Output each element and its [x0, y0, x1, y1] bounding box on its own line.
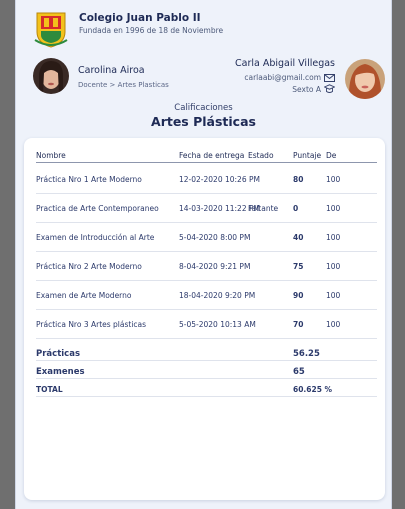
app-frame: Colegio Juan Pablo II Fundada en 1996 de…: [15, 0, 392, 509]
row-name[interactable]: Práctica Nro 1 Arte Moderno: [36, 175, 142, 184]
section-subtitle: Calificaciones: [174, 103, 233, 113]
row-date: 5-05-2020 10:13 AM: [179, 320, 256, 329]
teacher-avatar[interactable]: [33, 58, 69, 94]
student-email[interactable]: carlaabi@gmail.com: [244, 73, 321, 82]
summary-value: 60.625 %: [293, 385, 333, 394]
student-grade: Sexto A: [292, 84, 321, 94]
row-score: 0: [293, 204, 299, 213]
section-title: Artes Plásticas: [151, 114, 256, 129]
teacher-name: Carolina Airoa: [78, 65, 145, 76]
student-avatar[interactable]: [345, 59, 385, 99]
header-of: De: [326, 151, 337, 160]
student-info: Carla Abigail Villegas carlaabi@gmail.co…: [235, 58, 335, 94]
row-of: 100: [326, 233, 341, 242]
table-header: Nombre Fecha de entrega Estado Puntaje D…: [36, 151, 377, 163]
summary-label: TOTAL: [36, 385, 63, 394]
table-row[interactable]: Práctica Nro 1 Arte Moderno 12-02-2020 1…: [36, 165, 377, 194]
graduation-cap-icon: [324, 84, 335, 93]
row-score: 70: [293, 320, 304, 329]
row-score: 80: [293, 175, 304, 184]
row-score: 90: [293, 291, 304, 300]
row-state: Faltante: [248, 204, 279, 213]
header-date: Fecha de entrega: [179, 151, 245, 160]
school-name: Colegio Juan Pablo II: [79, 12, 201, 24]
row-of: 100: [326, 204, 341, 213]
row-of: 100: [326, 320, 341, 329]
row-date: 12-02-2020 10:26 PM: [179, 175, 260, 184]
table-row[interactable]: Examen de Introducción al Arte 5-04-2020…: [36, 223, 377, 252]
row-score: 40: [293, 233, 304, 242]
row-name[interactable]: Practica de Arte Contemporaneo: [36, 204, 159, 213]
summary-row: Prácticas 56.25: [36, 346, 377, 361]
row-name[interactable]: Práctica Nro 2 Arte Moderno: [36, 262, 142, 271]
teacher-role: Docente > Artes Plasticas: [78, 81, 169, 89]
student-name: Carla Abigail Villegas: [234, 58, 335, 69]
row-of: 100: [326, 291, 341, 300]
header-state: Estado: [248, 151, 274, 160]
table-row[interactable]: Examen de Arte Moderno 18-04-2020 9:20 P…: [36, 281, 377, 310]
table-row[interactable]: Practica de Arte Contemporaneo 14-03-202…: [36, 194, 377, 223]
row-date: 5-04-2020 8:00 PM: [179, 233, 251, 242]
school-header: Colegio Juan Pablo II Fundada en 1996 de…: [34, 10, 223, 48]
summary-label: Examenes: [36, 367, 85, 377]
summary-label: Prácticas: [36, 349, 81, 359]
row-name[interactable]: Examen de Introducción al Arte: [36, 233, 154, 242]
school-crest-icon: [34, 12, 68, 48]
summary-row: Examenes 65: [36, 364, 377, 379]
summary-value: 65: [293, 367, 305, 377]
grades-card: Nombre Fecha de entrega Estado Puntaje D…: [24, 138, 385, 500]
mail-icon: [324, 73, 335, 82]
row-of: 100: [326, 262, 341, 271]
header-name: Nombre: [36, 151, 66, 160]
row-score: 75: [293, 262, 304, 271]
row-date: 18-04-2020 9:20 PM: [179, 291, 256, 300]
row-name[interactable]: Examen de Arte Moderno: [36, 291, 131, 300]
summary-row-total: TOTAL 60.625 %: [36, 382, 377, 397]
school-founded: Fundada en 1996 de 18 de Noviembre: [79, 26, 224, 35]
table-row[interactable]: Práctica Nro 2 Arte Moderno 8-04-2020 9:…: [36, 252, 377, 281]
row-name[interactable]: Práctica Nro 3 Artes plásticas: [36, 320, 146, 329]
row-date: 8-04-2020 9:21 PM: [179, 262, 251, 271]
table-row[interactable]: Práctica Nro 3 Artes plásticas 5-05-2020…: [36, 310, 377, 339]
summary-value: 56.25: [293, 349, 320, 359]
row-of: 100: [326, 175, 341, 184]
header-score: Puntaje: [293, 151, 322, 160]
